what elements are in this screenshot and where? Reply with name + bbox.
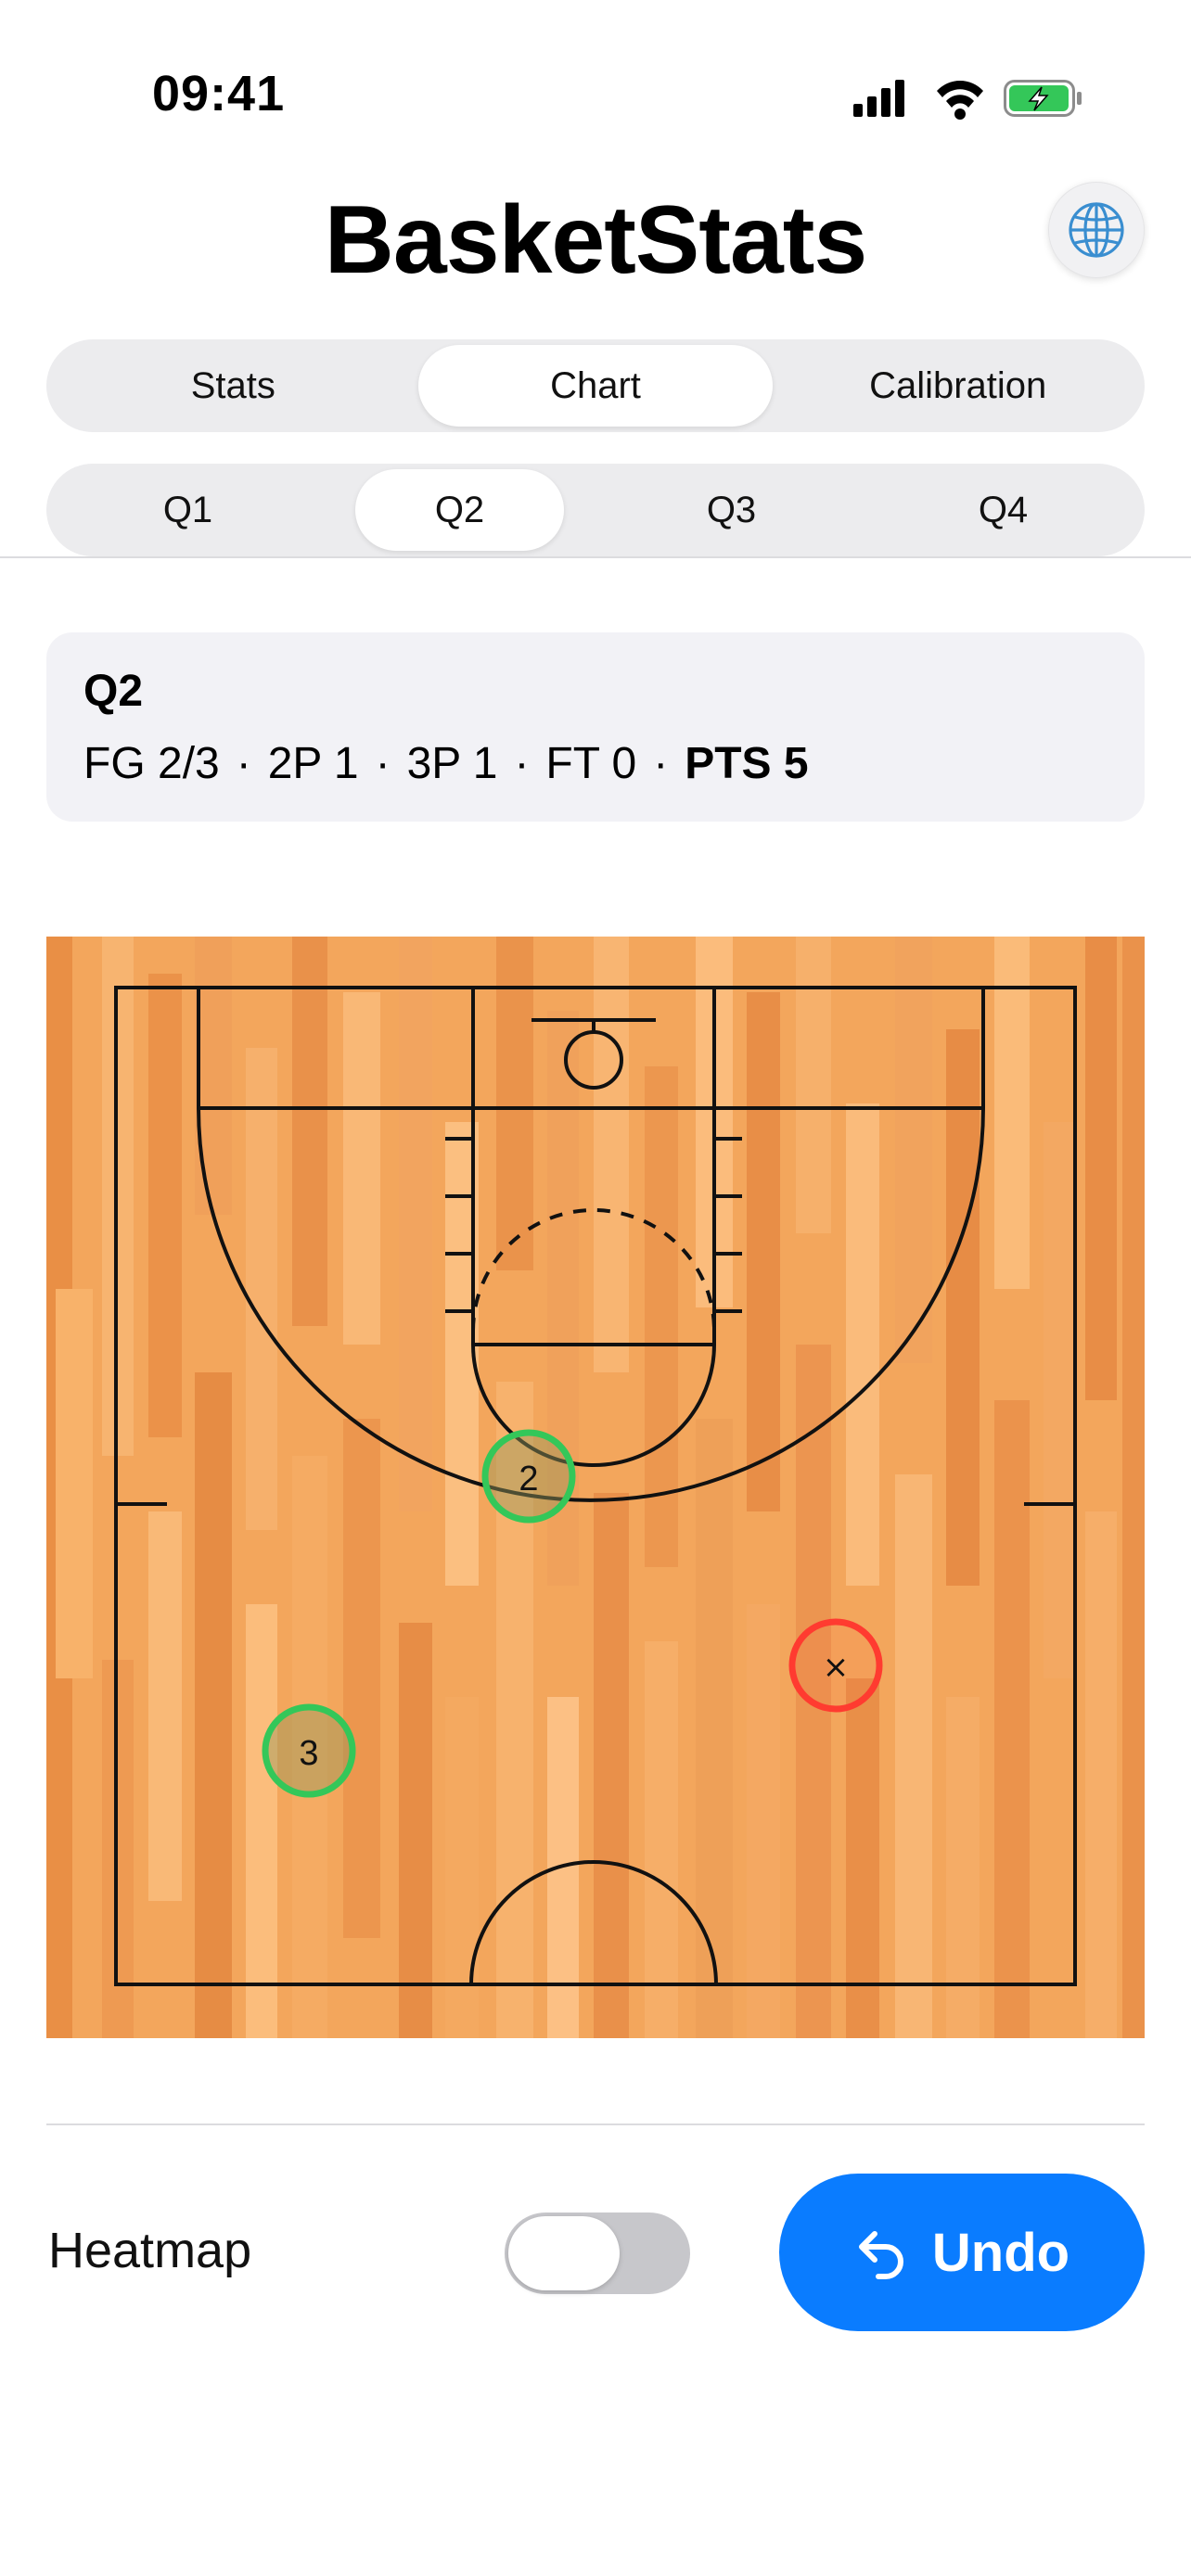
wifi-icon <box>937 81 983 120</box>
view-tabs: Stats Chart Calibration <box>46 339 1145 432</box>
shot-label: 2 <box>519 1460 538 1498</box>
status-time: 09:41 <box>152 66 286 121</box>
shot-marker-missed[interactable]: × <box>788 1618 883 1713</box>
shot-marker-made-2[interactable]: 2 <box>481 1429 576 1524</box>
app-title: BasketStats <box>324 186 867 294</box>
shot-marker-made-3[interactable]: 3 <box>262 1703 356 1798</box>
tab-stats[interactable]: Stats <box>56 345 411 427</box>
tab-chart[interactable]: Chart <box>417 345 774 427</box>
separator: · <box>653 739 669 788</box>
globe-icon <box>1069 202 1124 258</box>
quarter-tabs: Q1 Q2 Q3 Q4 <box>46 464 1145 556</box>
undo-icon <box>858 2231 903 2279</box>
header-divider <box>0 556 1191 558</box>
separator: · <box>375 739 391 788</box>
heatmap-toggle[interactable] <box>505 2213 690 2294</box>
tab-q2[interactable]: Q2 <box>355 469 564 551</box>
heatmap-label: Heatmap <box>48 2223 252 2278</box>
undo-label: Undo <box>931 2222 1070 2283</box>
separator: · <box>236 739 251 788</box>
tab-q3[interactable]: Q3 <box>627 469 836 551</box>
controls-divider <box>46 2123 1145 2125</box>
stat-fg: FG 2/3 <box>83 739 220 788</box>
summary-title: Q2 <box>83 667 144 716</box>
tab-calibration[interactable]: Calibration <box>780 345 1135 427</box>
stat-2p: 2P 1 <box>267 739 359 788</box>
wood-floor <box>46 937 1145 2038</box>
toggle-knob <box>508 2216 620 2290</box>
stat-ft: FT 0 <box>545 739 637 788</box>
stat-pts: PTS 5 <box>685 739 809 788</box>
stat-3p: 3P 1 <box>406 739 498 788</box>
cellular-signal-icon <box>853 80 904 117</box>
tab-q4[interactable]: Q4 <box>899 469 1108 551</box>
battery-charging-icon <box>1004 80 1082 117</box>
undo-button[interactable]: Undo <box>779 2174 1145 2331</box>
summary-stats: FG 2/3 · 2P 1 · 3P 1 · FT 0 · PTS 5 <box>83 738 809 789</box>
shot-label: 3 <box>299 1734 318 1773</box>
quarter-summary-card: Q2 FG 2/3 · 2P 1 · 3P 1 · FT 0 · PTS 5 <box>46 632 1145 822</box>
status-icons <box>853 80 1082 120</box>
shot-label: × <box>823 1649 850 1686</box>
tab-q1[interactable]: Q1 <box>83 469 292 551</box>
language-button[interactable] <box>1048 182 1145 278</box>
shot-chart-court[interactable]: 2 × 3 <box>46 937 1145 2038</box>
separator: · <box>514 739 530 788</box>
